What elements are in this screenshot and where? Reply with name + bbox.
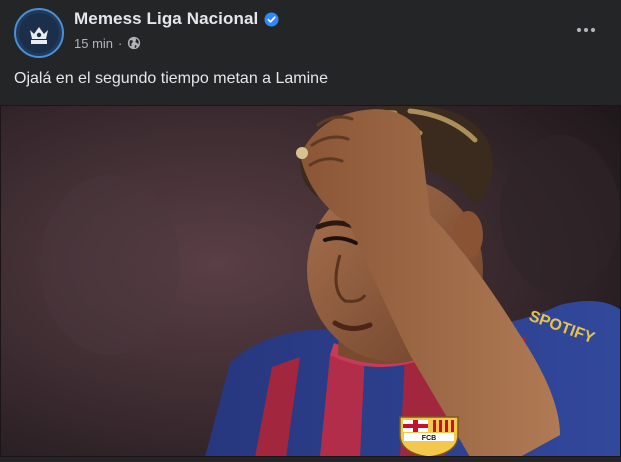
crown-logo-icon — [30, 27, 48, 44]
fcb-crest-icon: FCB — [399, 416, 459, 457]
post-header: Memess Liga Nacional 15 min · — [0, 0, 621, 62]
page-logo — [19, 13, 59, 53]
post-photo[interactable]: SPOTIFY FCB — [0, 105, 621, 457]
verified-badge-icon — [264, 11, 279, 27]
page-avatar[interactable] — [14, 8, 64, 58]
player-photo: SPOTIFY FCB — [0, 105, 621, 457]
post-meta: 15 min · — [74, 34, 141, 52]
page-name-row: Memess Liga Nacional — [74, 9, 279, 29]
post-message: Ojalá en el segundo tiempo metan a Lamin… — [14, 70, 328, 87]
meta-separator: · — [118, 35, 123, 51]
globe-icon[interactable] — [127, 36, 141, 50]
post-options-button[interactable] — [566, 12, 606, 48]
photo-bottom-border — [0, 457, 621, 462]
page-name-link[interactable]: Memess Liga Nacional — [74, 9, 258, 29]
feed-post: Memess Liga Nacional 15 min · Ojalá en e… — [0, 0, 621, 462]
more-horizontal-icon — [576, 27, 596, 33]
post-timestamp-link[interactable]: 15 min — [74, 36, 113, 51]
crest-text: FCB — [422, 435, 436, 442]
